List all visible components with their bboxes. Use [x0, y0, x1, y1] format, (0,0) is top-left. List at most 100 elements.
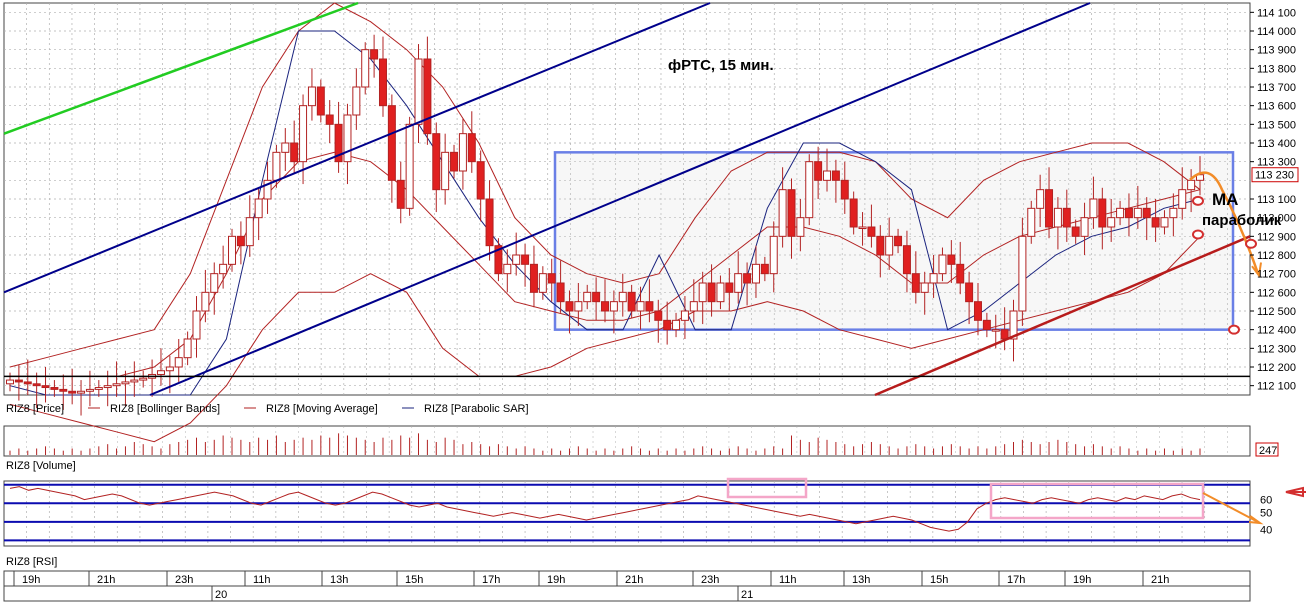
candle-body	[210, 273, 219, 293]
candle-body	[627, 291, 636, 312]
y-tick-label: 112 600	[1257, 287, 1296, 299]
candle-body	[601, 301, 609, 312]
candle-body	[707, 282, 716, 303]
candle-body	[814, 161, 823, 181]
y-tick-label: 113 300	[1257, 157, 1296, 169]
y-tick-label: 112 100	[1257, 381, 1296, 393]
candle-body	[1116, 207, 1125, 219]
candle-body	[432, 133, 441, 191]
candle-body	[1142, 207, 1151, 219]
candle-body	[387, 105, 396, 181]
time-tick-label: 23h	[175, 574, 193, 586]
candle-body	[876, 235, 885, 256]
candle-body	[59, 388, 68, 392]
candle-body	[1080, 217, 1089, 237]
candle-body	[743, 273, 752, 284]
candle-body	[840, 179, 849, 200]
candle-body	[396, 179, 405, 209]
y-tick-label: 112 500	[1257, 306, 1296, 318]
candle-body	[663, 319, 672, 331]
price-axis: 114 100 114 000 113 900 113 800 113 700 113 6…	[1250, 7, 1299, 393]
candle-body	[361, 49, 370, 88]
candle-body	[636, 301, 645, 312]
candle-body	[894, 235, 903, 247]
y-tick-label: 112 800	[1257, 250, 1296, 262]
candle-body	[716, 282, 725, 303]
candle-body	[299, 105, 308, 163]
chart-canvas: 114 100 114 000 113 900 113 800 113 700 113 6…	[3, 1, 1306, 602]
candle-body	[192, 310, 201, 340]
range-box	[553, 151, 1235, 331]
candle-body	[787, 189, 796, 237]
candle-body	[583, 291, 592, 303]
candle-body	[112, 383, 121, 387]
candle-body	[565, 301, 574, 312]
candle-body	[201, 291, 210, 312]
candle-body	[272, 151, 281, 181]
candle-body	[1071, 226, 1080, 237]
candle-body	[689, 301, 698, 312]
candle-body	[805, 161, 814, 219]
candle-body	[956, 263, 965, 284]
volume-last-label: 247	[1259, 445, 1277, 457]
y-tick-label: 112 900	[1257, 231, 1296, 243]
candle-body	[769, 235, 778, 275]
candle-body	[965, 282, 974, 303]
candle-body	[698, 282, 707, 303]
candle-body	[50, 387, 59, 390]
candle-body	[1107, 217, 1116, 228]
candle-body	[973, 301, 982, 321]
candle-body	[165, 366, 174, 372]
candle-body	[77, 390, 86, 394]
candle-body	[1098, 198, 1107, 228]
date-label: 20	[215, 589, 227, 601]
candle-body	[219, 263, 228, 275]
candle-body	[41, 385, 50, 389]
candle-body	[1045, 189, 1054, 228]
candle-body	[405, 123, 414, 209]
candle-body	[902, 245, 911, 275]
candle-body	[991, 329, 1000, 332]
candle-body	[823, 170, 832, 181]
time-tick-label: 19h	[22, 574, 40, 586]
candle-body	[734, 273, 743, 293]
panel-frame	[3, 480, 1251, 547]
candle-body	[618, 291, 627, 303]
time-tick-label: 15h	[930, 574, 948, 586]
candle-body	[85, 388, 94, 392]
y-tick-label: 112 400	[1257, 325, 1296, 337]
candle-body	[183, 338, 192, 359]
time-tick-label: 15h	[405, 574, 423, 586]
candle-body	[1133, 207, 1142, 219]
rsi-tick-label: 50	[1260, 508, 1272, 520]
marker-circle	[1228, 324, 1240, 335]
candle-body	[458, 133, 467, 172]
candle-body	[307, 86, 316, 107]
y-tick-label: 112 200	[1257, 362, 1296, 374]
y-tick-label: 113 100	[1257, 194, 1296, 206]
candle-body	[867, 226, 876, 237]
y-tick-label: 112 700	[1257, 269, 1296, 281]
rsi-tick-label: 40	[1260, 524, 1272, 536]
last-price-label: 113 230	[1255, 170, 1294, 182]
candle-body	[103, 385, 112, 389]
candle-body	[831, 170, 840, 181]
candle-body	[680, 310, 689, 321]
candle-body	[1000, 329, 1009, 340]
candle-body	[1036, 189, 1045, 209]
candle-body	[1053, 207, 1062, 228]
candle-body	[778, 189, 787, 237]
candle-body	[725, 282, 734, 293]
candle-body	[325, 114, 334, 125]
candle-body	[441, 151, 450, 191]
candle-body	[281, 142, 290, 153]
y-tick-label: 112 300	[1257, 343, 1296, 355]
candle-body	[378, 58, 387, 107]
candle-body	[521, 254, 530, 265]
candle-body	[982, 319, 991, 331]
candle-body	[672, 319, 681, 331]
time-tick-label: 21h	[1151, 574, 1169, 586]
candle-body	[254, 198, 263, 219]
time-tick-label: 23h	[701, 574, 719, 586]
time-tick-label: 17h	[1007, 574, 1025, 586]
